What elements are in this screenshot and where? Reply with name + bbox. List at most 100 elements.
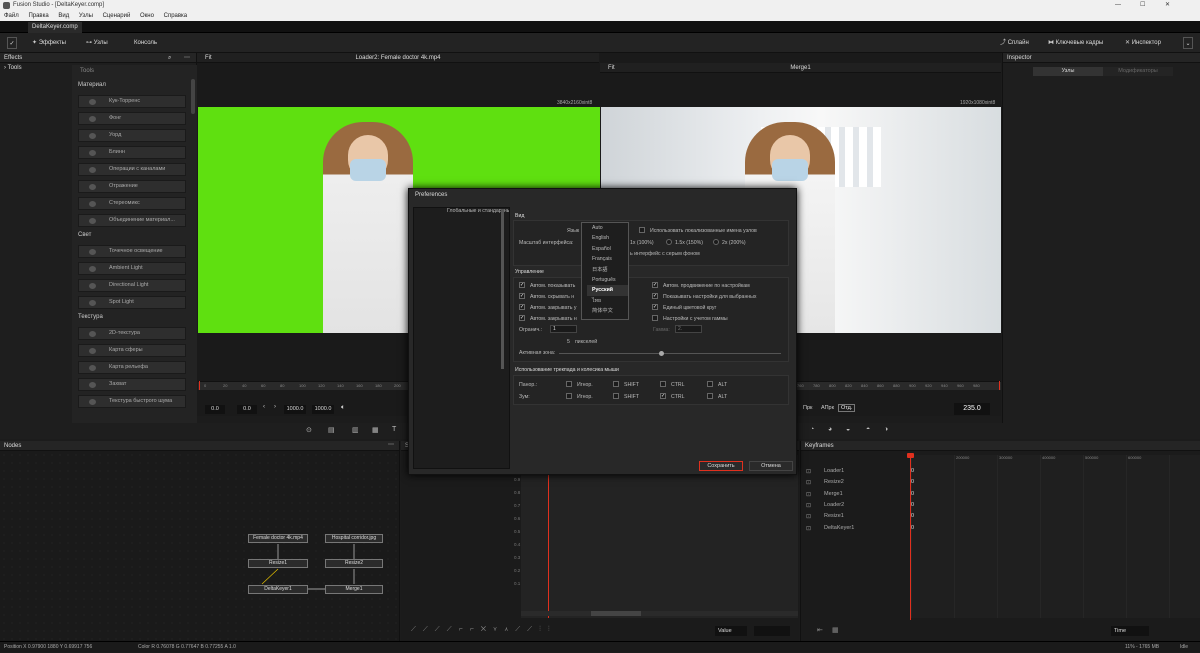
limit-field[interactable]: 1 <box>550 325 577 333</box>
tool-button[interactable]: Directional Light <box>78 279 186 292</box>
right-fit-select[interactable]: Fit <box>608 63 615 73</box>
tool-strip-icon-4[interactable]: ▦ <box>372 426 379 434</box>
menu-window[interactable]: Окно <box>140 13 154 19</box>
lock-icon[interactable]: ⊡ <box>806 491 811 498</box>
tool-button[interactable]: Spot Light <box>78 296 186 309</box>
keyframe-track-label[interactable]: Resize1 <box>824 513 844 519</box>
inspector-tab-modifiers[interactable]: Модификаторы <box>1103 67 1173 76</box>
tools-tree-root[interactable]: › Tools <box>4 65 22 71</box>
menu-nodes[interactable]: Узлы <box>79 13 93 19</box>
keyframe-track-label[interactable]: Loader2 <box>824 502 844 508</box>
modifier-checkbox[interactable] <box>613 381 619 387</box>
spline-scrollbar[interactable] <box>521 611 798 616</box>
minimize-button[interactable]: — <box>1115 0 1121 11</box>
tool-strip-icon-1[interactable]: ⊙ <box>306 426 312 434</box>
aprk-button[interactable]: АПрк <box>821 405 834 411</box>
spline-button[interactable]: ⤴ Сплайн <box>1000 37 1029 49</box>
tool-strip-icon-7[interactable]: ◒ <box>846 426 850 433</box>
tool-button[interactable]: Карта рельефа <box>78 361 186 374</box>
control-checkbox[interactable]: ✓ <box>519 304 525 310</box>
text-tool-icon[interactable]: T <box>392 426 396 433</box>
prk-button[interactable]: Прк <box>803 405 812 411</box>
control-checkbox[interactable]: ✓ <box>519 282 525 288</box>
value-select[interactable]: Value <box>715 626 747 636</box>
keyframe-track-label[interactable]: Resize2 <box>824 479 844 485</box>
tree-scrollbar[interactable] <box>501 209 504 369</box>
keyframe-track-label[interactable]: DeltaKeyer1 <box>824 525 854 531</box>
language-option[interactable]: Español <box>587 244 628 254</box>
menu-file[interactable]: Файл <box>4 13 19 19</box>
control-checkbox[interactable]: ✓ <box>519 315 525 321</box>
spline-graph[interactable] <box>521 455 798 618</box>
menu-view[interactable]: Вид <box>58 13 69 19</box>
tool-button[interactable]: Ambient Light <box>78 262 186 275</box>
lock-icon[interactable]: ⊡ <box>806 525 811 532</box>
tool-button[interactable]: Точечное освещение <box>78 245 186 258</box>
control-checkbox-right[interactable]: ✓ <box>652 304 658 310</box>
speaker-icon[interactable]: 🔈︎ <box>341 404 345 412</box>
prev-icon[interactable]: ‹ <box>263 404 265 410</box>
tool-strip-icon-3[interactable]: ▥ <box>352 426 359 434</box>
modifier-checkbox[interactable] <box>566 381 572 387</box>
nodes-button[interactable]: ⊶ Узлы <box>86 37 108 49</box>
lock-icon[interactable]: ⊡ <box>806 502 811 509</box>
keyframe-graph[interactable] <box>911 455 1200 618</box>
spline-tool-icons[interactable]: ⟋⟋⟋⟋⌐⌐✕⋎⋏⟋⟋⫶⫶ <box>411 626 557 634</box>
language-option[interactable]: 简体中文 <box>587 306 628 316</box>
keyframes-button[interactable]: ⧓ Ключевые кадры <box>1048 37 1103 49</box>
nodes-menu-dots-icon[interactable]: ⋯ <box>388 441 394 448</box>
modifier-checkbox[interactable] <box>566 393 572 399</box>
tool-button[interactable]: Стереомикс <box>78 197 186 210</box>
maximize-button[interactable]: ☐ <box>1140 0 1145 11</box>
control-checkbox-right[interactable] <box>652 315 658 321</box>
left-fit-select[interactable]: Fit <box>205 53 212 63</box>
language-dropdown[interactable]: Auto English Español Français 日本語 Português Ру… <box>581 222 629 320</box>
spline-playhead[interactable] <box>548 455 549 618</box>
tool-button[interactable]: Блинн <box>78 146 186 159</box>
cancel-button[interactable]: Отмена <box>749 461 793 471</box>
table-icon[interactable]: ▦ <box>832 626 839 634</box>
start-time-field[interactable]: 0.0 <box>205 405 225 414</box>
tool-button[interactable]: Отражение <box>78 180 186 193</box>
menu-dots-icon[interactable]: ⋯ <box>184 53 190 63</box>
tool-button[interactable]: Захват <box>78 378 186 391</box>
tool-button[interactable]: Карта сферы <box>78 344 186 357</box>
keyframe-track-label[interactable]: Loader1 <box>824 468 844 474</box>
inspector-tab-nodes[interactable]: Узлы <box>1033 67 1103 76</box>
checkbox-icon[interactable]: ✓ <box>7 37 17 49</box>
localized-names-checkbox[interactable] <box>639 227 645 233</box>
modifier-checkbox[interactable] <box>660 381 666 387</box>
tool-button[interactable]: Объединение материал... <box>78 214 186 227</box>
modifier-checkbox[interactable] <box>613 393 619 399</box>
menu-script[interactable]: Сценарий <box>103 13 131 19</box>
chevron-down-icon[interactable]: ⌄ <box>1183 37 1193 49</box>
close-button[interactable]: ✕ <box>1165 0 1170 11</box>
scale-200-radio[interactable] <box>713 239 719 245</box>
modifier-checkbox[interactable]: ✓ <box>660 393 666 399</box>
tool-strip-icon-5[interactable]: ◔ <box>810 426 814 433</box>
language-option[interactable]: English <box>587 233 628 243</box>
menu-help[interactable]: Справка <box>164 13 188 19</box>
modifier-checkbox[interactable] <box>707 393 713 399</box>
active-zone-slider[interactable] <box>559 353 781 354</box>
keyframe-playhead-handle[interactable] <box>907 453 914 458</box>
tool-strip-icon-8[interactable]: ◓ <box>866 426 870 433</box>
inspector-button[interactable]: ✕ Инспектор <box>1125 37 1161 49</box>
language-option[interactable]: Français <box>587 254 628 264</box>
control-checkbox-right[interactable]: ✓ <box>652 293 658 299</box>
control-checkbox[interactable]: ✓ <box>519 293 525 299</box>
value-field[interactable] <box>754 626 790 636</box>
time-select[interactable]: Time <box>1111 626 1149 636</box>
language-option[interactable]: ไทย <box>587 296 628 306</box>
end-time-field[interactable]: 1000.0 <box>284 405 306 414</box>
active-zone-handle[interactable] <box>659 351 664 356</box>
otd-button[interactable]: Отд. <box>838 404 856 412</box>
language-option[interactable]: 日本語 <box>587 265 628 275</box>
current-time-field[interactable]: 0.0 <box>237 405 257 414</box>
tool-button[interactable]: Операции с каналами <box>78 163 186 176</box>
tool-button[interactable]: Текстура быстрого шума <box>78 395 186 408</box>
preferences-tree-item[interactable]: Глобальные и стандартные <box>435 208 509 216</box>
console-button[interactable]: Консоль <box>134 37 157 49</box>
tool-button[interactable]: 2D-текстура <box>78 327 186 340</box>
control-checkbox-right[interactable]: ✓ <box>652 282 658 288</box>
